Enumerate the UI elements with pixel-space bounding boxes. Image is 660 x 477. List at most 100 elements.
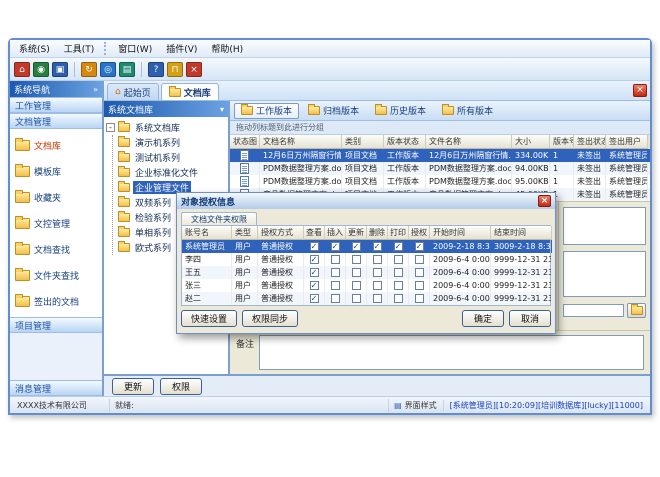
checkbox-unchecked[interactable]	[394, 255, 403, 264]
checkbox-unchecked[interactable]	[352, 255, 361, 264]
checkbox-checked[interactable]: ✓	[352, 242, 361, 251]
help-icon[interactable]: ?	[148, 62, 164, 77]
perm-column-header-删除[interactable]: 删除	[367, 226, 388, 240]
version-tab-历史版本[interactable]: 历史版本	[368, 103, 433, 119]
dialog-close-button[interactable]: ×	[538, 195, 551, 207]
table-row[interactable]: PDM数据整理方案.doc项目文档工作版本PDM数据整理方案.doc95.00K…	[230, 175, 650, 188]
exit-icon[interactable]: ×	[186, 62, 202, 77]
checkbox-unchecked[interactable]	[352, 294, 361, 303]
collapse-icon[interactable]: -	[106, 123, 115, 132]
update-button[interactable]: 更新	[112, 378, 154, 395]
permission-row[interactable]: 系统管理员用户普通授权✓✓✓✓✓✓2009-2-18 8:35:573009-2…	[182, 240, 550, 253]
chevron-double-icon[interactable]: »	[93, 85, 98, 94]
version-tab-工作版本[interactable]: 工作版本	[234, 103, 299, 119]
path-input[interactable]	[563, 304, 624, 317]
tree-node-演示机系列[interactable]: 演示机系列	[118, 135, 226, 150]
menu-item-2[interactable]: 工具(T)	[57, 40, 102, 57]
checkbox-checked[interactable]: ✓	[310, 281, 319, 290]
ok-button[interactable]: 确定	[462, 310, 504, 327]
window-manager-icon[interactable]: ▣	[52, 62, 68, 77]
checkbox-unchecked[interactable]	[415, 294, 424, 303]
tree-root-node[interactable]: - 系统文档库	[106, 120, 226, 135]
version-tab-所有版本[interactable]: 所有版本	[435, 103, 500, 119]
perm-column-header-授权方式[interactable]: 授权方式	[258, 226, 304, 240]
checkbox-unchecked[interactable]	[331, 294, 340, 303]
permission-button[interactable]: 权限	[160, 378, 202, 395]
permission-row[interactable]: 赵二用户普通授权✓2009-6-4 0:00:009999-12-31 23:5…	[182, 292, 550, 305]
sidebar-group-message[interactable]: 消息管理	[10, 380, 102, 396]
checkbox-unchecked[interactable]	[331, 281, 340, 290]
sidebar-item-签出的文档[interactable]: 签出的文档	[10, 288, 102, 314]
permission-row[interactable]: 王五用户普通授权✓2009-6-4 0:00:009999-12-31 23:5…	[182, 266, 550, 279]
sidebar-item-收藏夹[interactable]: 收藏夹	[10, 184, 102, 210]
checkbox-checked[interactable]: ✓	[394, 242, 403, 251]
checkbox-unchecked[interactable]	[352, 268, 361, 277]
sidebar-item-模板库[interactable]: 模板库	[10, 158, 102, 184]
report-icon[interactable]: ▤	[119, 62, 135, 77]
column-header-签出状态[interactable]: 签出状态	[574, 135, 606, 149]
close-tab-button[interactable]: ×	[633, 84, 647, 97]
system-icon[interactable]: ⌂	[14, 62, 30, 77]
sidebar-group-doc[interactable]: 文档管理	[10, 113, 102, 129]
checkbox-checked[interactable]: ✓	[415, 242, 424, 251]
checkbox-unchecked[interactable]	[331, 268, 340, 277]
checkbox-unchecked[interactable]	[373, 268, 382, 277]
checkbox-unchecked[interactable]	[373, 294, 382, 303]
refresh-icon[interactable]: ↻	[81, 62, 97, 77]
perm-column-header-开始时间[interactable]: 开始时间	[430, 226, 491, 240]
perm-column-header-更新[interactable]: 更新	[346, 226, 367, 240]
checkbox-unchecked[interactable]	[394, 294, 403, 303]
properties-listbox-2[interactable]	[563, 251, 646, 297]
perm-column-header-账号名[interactable]: 账号名	[182, 226, 232, 240]
checkbox-unchecked[interactable]	[373, 281, 382, 290]
menu-item-5[interactable]: 帮助(H)	[204, 40, 250, 57]
checkbox-unchecked[interactable]	[415, 281, 424, 290]
lock-icon[interactable]: ⊓	[167, 62, 183, 77]
sidebar-item-文件夹查找[interactable]: 文件夹查找	[10, 262, 102, 288]
style-label[interactable]: 界面样式	[405, 400, 437, 411]
column-header-状态图[interactable]: 状态图	[230, 135, 260, 149]
browse-folder-button[interactable]	[627, 303, 646, 318]
checkbox-unchecked[interactable]	[394, 268, 403, 277]
sidebar-group-work[interactable]: 工作管理	[10, 97, 102, 113]
perm-column-header-打印[interactable]: 打印	[388, 226, 409, 240]
dialog-tab-folder-permissions[interactable]: 文档文件夹权限	[181, 212, 257, 225]
perm-column-header-结束时间[interactable]: 结束时间	[491, 226, 552, 240]
column-header-大小[interactable]: 大小	[512, 135, 550, 149]
perm-column-header-查看[interactable]: 查看	[304, 226, 325, 240]
homepage-icon[interactable]: ◉	[33, 62, 49, 77]
version-tab-归档版本[interactable]: 归档版本	[301, 103, 366, 119]
dialog-title-bar[interactable]: 对象授权信息 ×	[177, 193, 555, 209]
checkbox-checked[interactable]: ✓	[310, 255, 319, 264]
perm-column-header-授权[interactable]: 授权	[409, 226, 430, 240]
sidebar-item-文控管理[interactable]: 文控管理	[10, 210, 102, 236]
tab-document-library[interactable]: 文档库	[161, 83, 219, 100]
quick-setup-button[interactable]: 快速设置	[181, 310, 237, 327]
permission-row[interactable]: 李四用户普通授权✓2009-6-4 0:00:009999-12-31 23:5…	[182, 253, 550, 266]
checkbox-unchecked[interactable]	[394, 281, 403, 290]
column-header-签出用户[interactable]: 签出用户	[606, 135, 648, 149]
column-header-类别[interactable]: 类别	[342, 135, 384, 149]
column-header-版本状态[interactable]: 版本状态	[384, 135, 426, 149]
table-row[interactable]: PDM数据整理方案.doc项目文档工作版本PDM数据整理方案.doc94.00K…	[230, 162, 650, 175]
checkbox-unchecked[interactable]	[415, 255, 424, 264]
menu-item-1[interactable]: 系统(S)	[12, 40, 57, 57]
tree-node-企业标准化文件[interactable]: 企业标准化文件	[118, 165, 226, 180]
checkbox-unchecked[interactable]	[415, 268, 424, 277]
remark-textarea[interactable]	[259, 335, 644, 370]
table-row[interactable]: 12月6日万州隔窗行情项目文档工作版本12月6日万州隔窗行情.xls334.00…	[230, 149, 650, 162]
column-header-文件名称[interactable]: 文件名称	[426, 135, 512, 149]
sidebar-group-project[interactable]: 项目管理	[10, 317, 102, 333]
perm-column-header-类型[interactable]: 类型	[232, 226, 258, 240]
checkbox-unchecked[interactable]	[352, 281, 361, 290]
column-header-版本号[interactable]: 版本号	[550, 135, 574, 149]
permission-row[interactable]: 张三用户普通授权✓2009-6-4 0:00:009999-12-31 23:5…	[182, 279, 550, 292]
properties-listbox[interactable]	[563, 207, 646, 245]
checkbox-checked[interactable]: ✓	[310, 242, 319, 251]
sidebar-item-文档查找[interactable]: 文档查找	[10, 236, 102, 262]
checkbox-checked[interactable]: ✓	[310, 268, 319, 277]
permission-sync-button[interactable]: 权限同步	[242, 310, 298, 327]
menu-item-4[interactable]: 插件(V)	[159, 40, 204, 57]
checkbox-unchecked[interactable]	[331, 255, 340, 264]
menu-item-3[interactable]: 窗口(W)	[111, 40, 159, 57]
